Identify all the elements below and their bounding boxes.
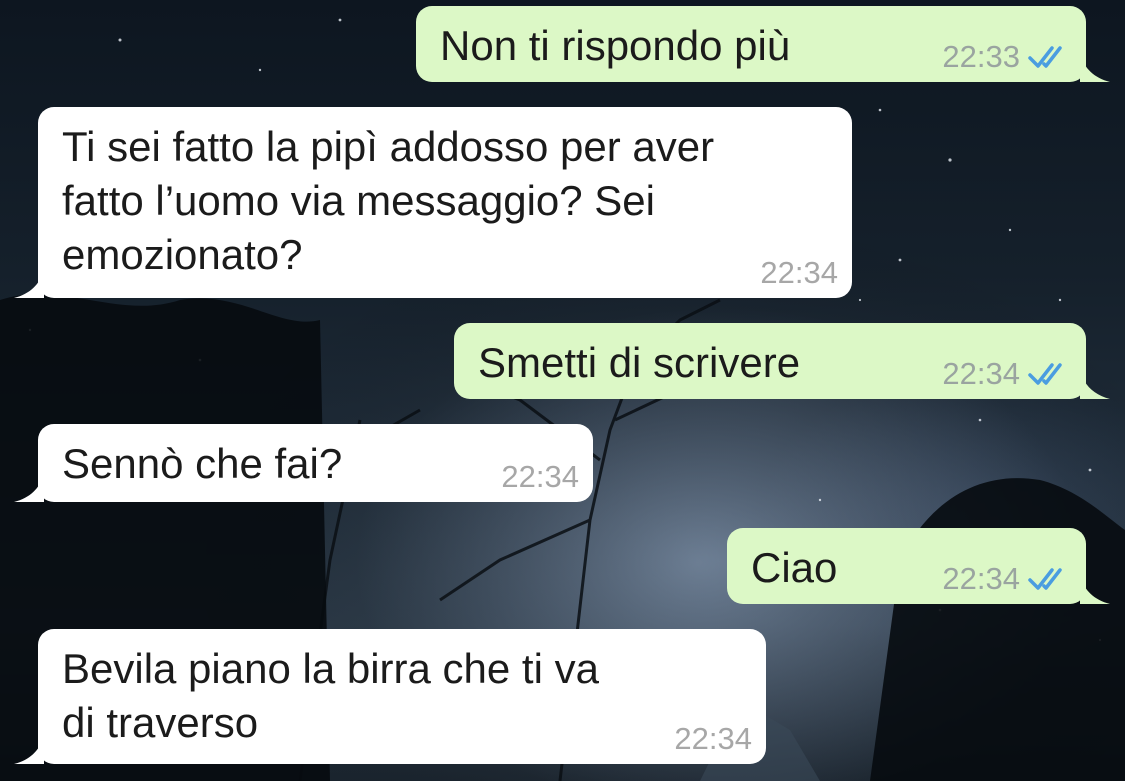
bubble-tail	[1080, 371, 1110, 399]
message-time: 22:34	[942, 561, 1020, 596]
double-check-icon	[1028, 568, 1062, 590]
message-list: Non ti rispondo più 22:33 Ti sei fatto l…	[0, 0, 1125, 781]
message-time: 22:33	[942, 39, 1020, 74]
bubble-tail	[1080, 576, 1110, 604]
message-meta: 22:34	[942, 357, 1072, 391]
message-text: Ti sei fatto la pipì addosso per aver fa…	[62, 123, 715, 278]
message-time: 22:34	[501, 459, 579, 494]
message-incoming[interactable]: Bevila piano la birra che ti va di trave…	[14, 629, 766, 764]
message-meta: 22:34	[674, 722, 752, 756]
message-incoming[interactable]: Ti sei fatto la pipì addosso per aver fa…	[14, 107, 852, 298]
message-meta: 22:33	[942, 40, 1072, 74]
bubble-tail	[1080, 54, 1110, 82]
bubble-tail	[14, 736, 44, 764]
message-meta: 22:34	[942, 562, 1072, 596]
message-text: Bevila piano la birra che ti va di trave…	[62, 645, 599, 746]
message-time: 22:34	[674, 721, 752, 756]
double-check-icon	[1028, 46, 1062, 68]
message-meta: 22:34	[501, 460, 579, 494]
message-outgoing[interactable]: Non ti rispondo più 22:33	[416, 6, 1110, 82]
message-time: 22:34	[760, 255, 838, 290]
bubble-tail	[14, 270, 44, 298]
message-outgoing[interactable]: Ciao 22:34	[727, 528, 1110, 604]
bubble-tail	[14, 474, 44, 502]
message-meta: 22:34	[760, 256, 838, 290]
message-text: Sennò che fai?	[62, 440, 343, 487]
message-incoming[interactable]: Sennò che fai? 22:34	[14, 424, 593, 502]
message-time: 22:34	[942, 356, 1020, 391]
double-check-icon	[1028, 363, 1062, 385]
message-outgoing[interactable]: Smetti di scrivere 22:34	[454, 323, 1110, 399]
